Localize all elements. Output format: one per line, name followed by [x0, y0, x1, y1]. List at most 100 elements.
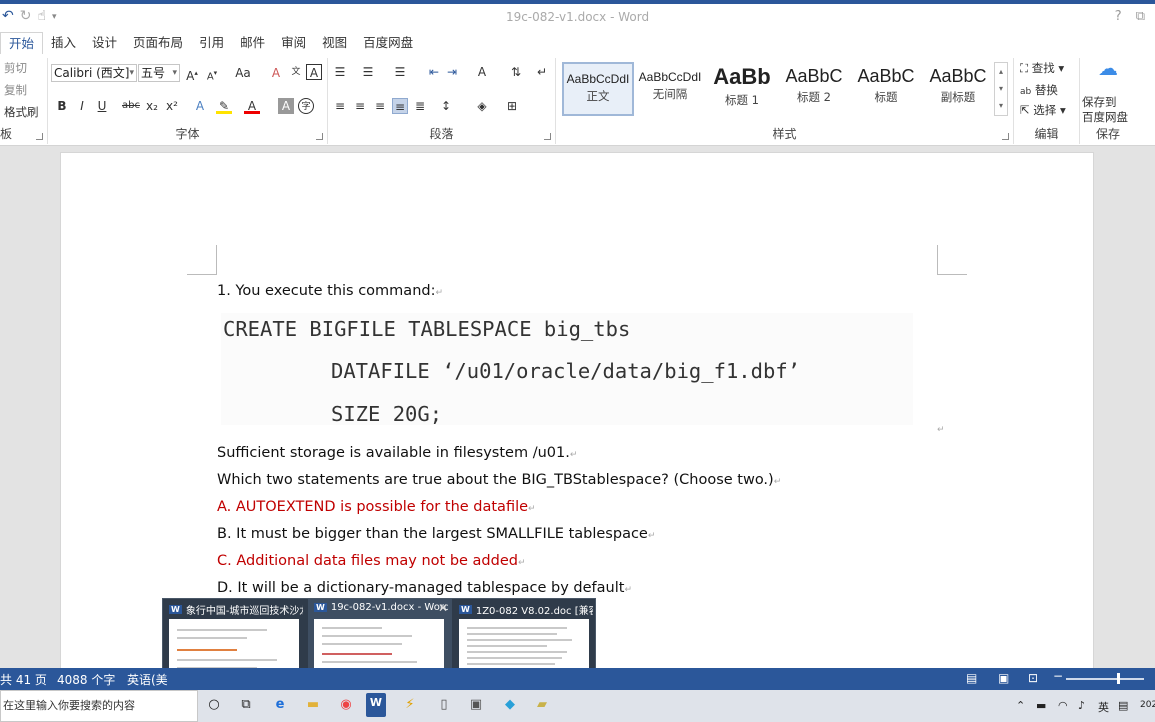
shading-icon[interactable]: ◈ — [474, 98, 490, 114]
zoom-slider-thumb[interactable] — [1117, 673, 1120, 684]
underline-button[interactable]: U — [94, 98, 110, 114]
print-layout-icon[interactable]: ▣ — [998, 671, 1009, 685]
select-button[interactable]: ⇱ 选择 ▾ — [1020, 102, 1066, 118]
zoom-out-icon[interactable]: − — [1053, 669, 1063, 683]
style-normal-sample: AaBbCcDdI — [566, 72, 630, 86]
tab-baidu-netdisk[interactable]: 百度网盘 — [355, 32, 421, 54]
distributed-icon[interactable]: ≣ — [412, 98, 428, 114]
shrink-font-icon[interactable]: A▾ — [204, 65, 220, 82]
app-icon-2[interactable]: ▣ — [466, 695, 486, 715]
paragraph-mark: ↵ — [937, 425, 945, 435]
language-indicator[interactable]: 英语(美 — [127, 671, 168, 688]
edge-icon[interactable]: e — [270, 695, 290, 715]
word-taskbar-icon[interactable]: W — [366, 693, 386, 717]
numbering-icon[interactable]: ☰ — [360, 64, 376, 80]
align-center-icon[interactable]: ≡ — [352, 98, 368, 114]
subscript-button[interactable]: x₂ — [144, 98, 160, 114]
tray-chevron-icon[interactable]: ⌃ — [1016, 699, 1025, 712]
font-group-label: 字体 — [175, 127, 200, 141]
paragraph-launcher-icon[interactable] — [544, 133, 551, 140]
chrome-icon[interactable]: ◉ — [336, 695, 356, 715]
tab-mailings[interactable]: 邮件 — [232, 32, 273, 54]
increase-indent-icon[interactable]: ⇥ — [444, 64, 460, 80]
style-no-spacing[interactable]: AaBbCcDdI 无间隔 — [634, 62, 706, 116]
multilevel-list-icon[interactable]: ☰ — [392, 64, 408, 80]
tab-references[interactable]: 引用 — [191, 32, 232, 54]
style-heading-2[interactable]: AaBbC 标题 2 — [778, 62, 850, 116]
app-icon-4[interactable]: ▰ — [532, 695, 552, 715]
phonetic-guide-icon[interactable]: 文 — [288, 64, 304, 80]
save-to-baidu-line1[interactable]: 保存到 — [1082, 94, 1117, 110]
highlight-color-icon[interactable]: ✎ — [216, 98, 232, 114]
volume-icon[interactable]: ♪ — [1078, 699, 1085, 712]
tab-view[interactable]: 视图 — [314, 32, 355, 54]
superscript-button[interactable]: x² — [164, 98, 180, 114]
body-line-2: Which two statements are true about the … — [217, 472, 782, 488]
tab-design[interactable]: 设计 — [84, 32, 125, 54]
align-right-icon[interactable]: ≡ — [372, 98, 388, 114]
grow-font-icon[interactable]: A▴ — [184, 65, 200, 83]
bullets-icon[interactable]: ☰ — [332, 64, 348, 80]
task-view-icon[interactable]: ⧉ — [236, 695, 256, 715]
format-painter-button[interactable]: 格式刷 — [4, 104, 39, 120]
network-icon[interactable]: ◠ — [1058, 699, 1068, 712]
save-to-baidu-line2[interactable]: 百度网盘 — [1082, 109, 1128, 125]
tray-app-icon[interactable]: ▬ — [1036, 699, 1046, 712]
word-count[interactable]: 4088 个字 — [57, 671, 115, 688]
decrease-indent-icon[interactable]: ⇤ — [426, 64, 442, 80]
tab-home[interactable]: 开始 — [0, 32, 44, 54]
tab-review[interactable]: 审阅 — [273, 32, 314, 54]
zoom-slider[interactable] — [1066, 678, 1144, 680]
help-button[interactable]: ? — [1115, 9, 1122, 24]
strikethrough-button[interactable]: abc — [120, 98, 142, 114]
italic-button[interactable]: I — [74, 98, 90, 114]
thumbnail-close-icon[interactable]: ✕ — [438, 601, 448, 615]
bold-button[interactable]: B — [54, 98, 70, 114]
web-layout-icon[interactable]: ⊡ — [1028, 671, 1038, 685]
text-effects-icon[interactable]: A — [192, 98, 208, 114]
clear-formatting-icon[interactable]: A — [268, 65, 284, 81]
change-case-button[interactable]: Aa — [230, 65, 256, 81]
read-mode-icon[interactable]: ▤ — [966, 671, 977, 685]
style-normal[interactable]: AaBbCcDdI 正文 — [562, 62, 634, 116]
cortana-icon[interactable]: ○ — [204, 695, 224, 715]
restore-icon[interactable]: ⧉ — [1136, 9, 1145, 24]
input-method-icon[interactable]: ▤ — [1118, 699, 1128, 712]
show-marks-icon[interactable]: ↵ — [534, 64, 550, 80]
styles-scroll[interactable]: ▴ ▾ ▾ — [994, 62, 1008, 116]
character-border-icon[interactable]: A — [306, 64, 322, 80]
styles-launcher-icon[interactable] — [1002, 133, 1009, 140]
style-title[interactable]: AaBbC 标题 — [850, 62, 922, 116]
align-left-icon[interactable]: ≡ — [332, 98, 348, 114]
clipboard-launcher-icon[interactable] — [36, 133, 43, 140]
asian-layout-icon[interactable]: A — [474, 64, 490, 80]
sort-icon[interactable]: ⇅ — [508, 64, 524, 80]
file-explorer-icon[interactable]: ▬ — [303, 695, 323, 715]
borders-icon[interactable]: ⊞ — [504, 98, 520, 114]
enclose-characters-icon[interactable]: 字 — [298, 98, 314, 114]
save-group-label: 保存 — [1095, 127, 1120, 141]
style-subtitle[interactable]: AaBbC 副标题 — [922, 62, 994, 116]
ime-indicator[interactable]: 英 — [1098, 699, 1109, 715]
tab-insert[interactable]: 插入 — [43, 32, 84, 54]
find-button[interactable]: ⛶ 查找 ▾ — [1020, 60, 1064, 76]
notepad-icon[interactable]: ▯ — [434, 695, 454, 715]
app-icon-3[interactable]: ◆ — [500, 695, 520, 715]
copy-button[interactable]: 复制 — [4, 82, 27, 98]
character-shading-icon[interactable]: A — [278, 98, 294, 114]
clock-year[interactable]: 202 — [1140, 700, 1155, 710]
font-color-icon[interactable]: A — [244, 98, 260, 114]
taskbar-search-input[interactable]: 在这里输入你要搜索的内容 — [0, 690, 198, 722]
font-size-combo[interactable]: 五号 — [138, 64, 180, 82]
cut-button[interactable]: 剪切 — [4, 60, 27, 76]
app-icon-1[interactable]: ⚡ — [400, 695, 420, 715]
style-heading-1[interactable]: AaBb 标题 1 — [706, 62, 778, 116]
page-count[interactable]: 共 41 页 — [0, 671, 47, 688]
tab-page-layout[interactable]: 页面布局 — [125, 32, 191, 54]
line-spacing-icon[interactable]: ↕ — [438, 98, 454, 114]
justify-icon[interactable]: ≡ — [392, 98, 408, 114]
style-normal-name: 正文 — [586, 89, 610, 103]
replace-button[interactable]: ab 替换 — [1020, 82, 1058, 98]
font-launcher-icon[interactable] — [316, 133, 323, 140]
font-name-combo[interactable]: Calibri (西文] — [51, 64, 137, 82]
